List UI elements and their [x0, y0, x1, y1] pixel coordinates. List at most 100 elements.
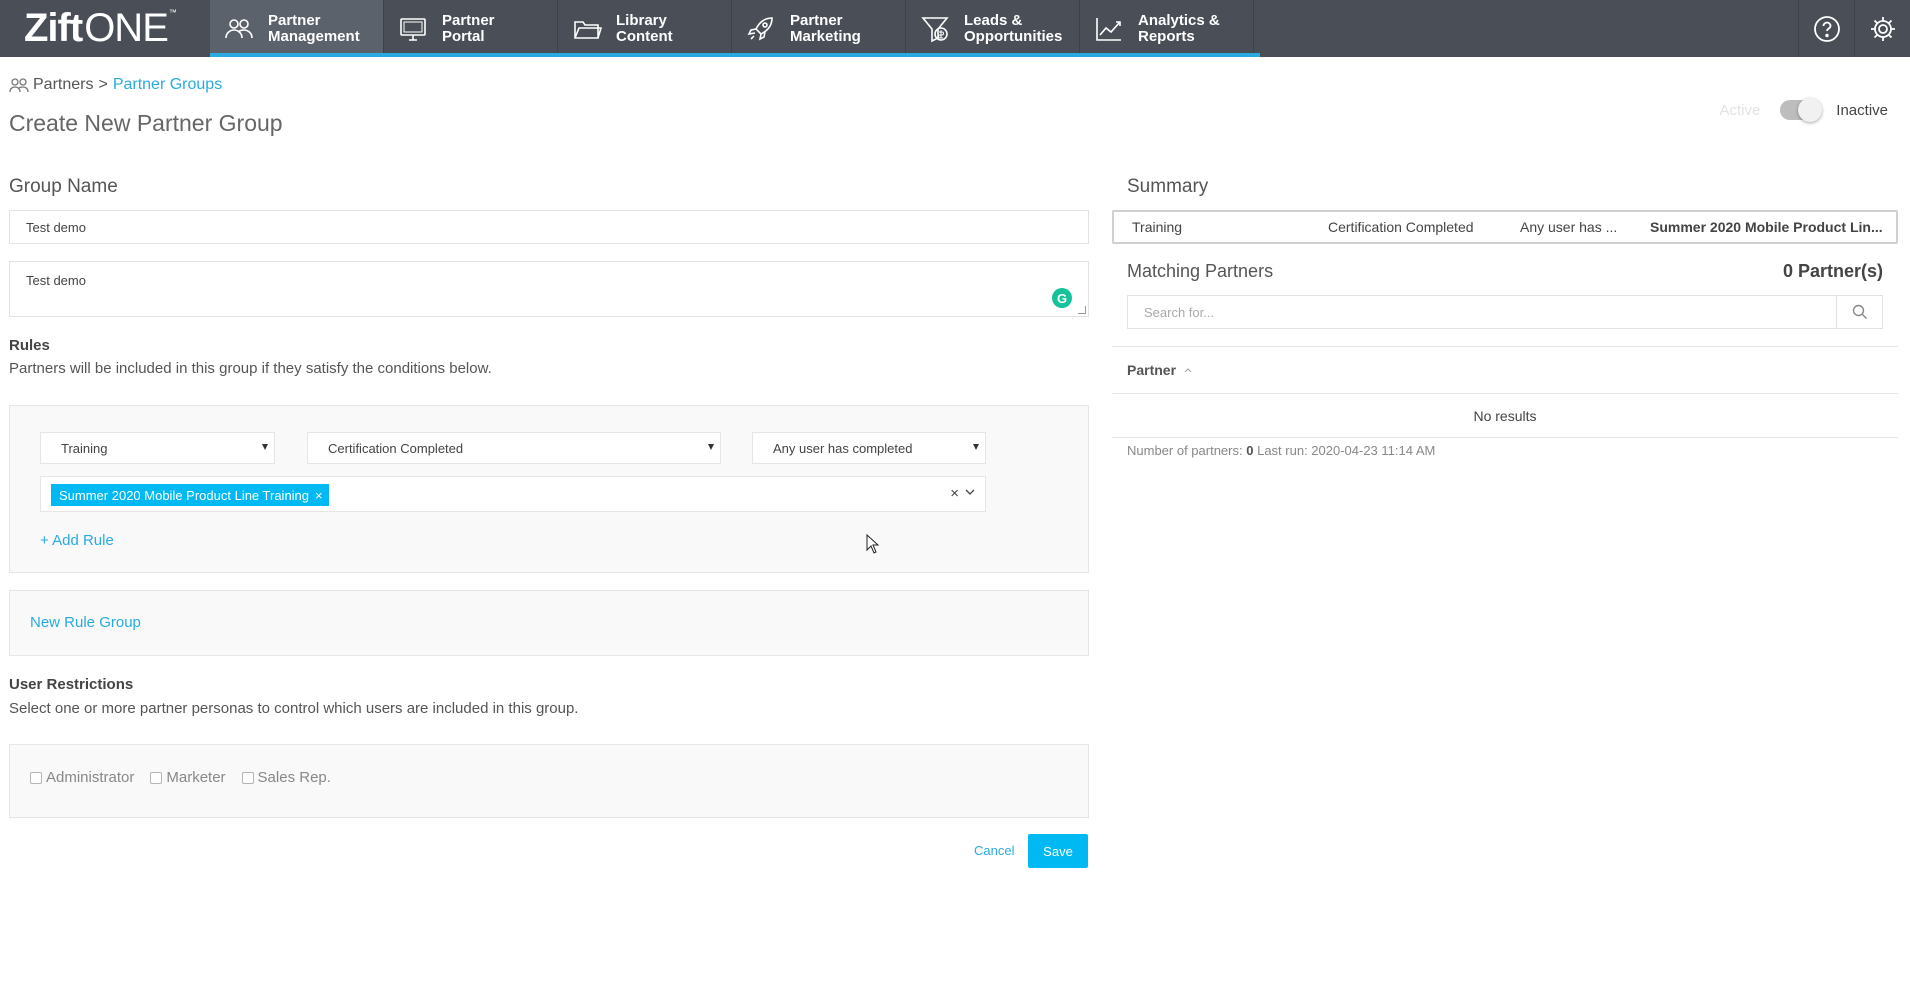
cancel-button[interactable]: Cancel [974, 843, 1014, 858]
rule-type-value: Training [61, 440, 108, 456]
caret-down-icon [708, 444, 714, 450]
persona-checkboxes: Administrator Marketer Sales Rep. [30, 769, 347, 786]
sort-up-icon [1184, 368, 1192, 373]
toggle-knob [1798, 98, 1823, 122]
nav-tab-line1: Analytics & [1138, 11, 1220, 29]
partners-footer-info: Number of partners: 0 Last run: 2020-04-… [1127, 443, 1435, 458]
monitor-icon [396, 12, 430, 46]
new-rule-group-panel: New Rule Group [9, 590, 1089, 656]
chip-remove-icon[interactable]: × [315, 488, 323, 503]
partner-search: Search for... [1127, 295, 1883, 329]
search-icon [1852, 304, 1867, 319]
nav-tab-partner-management[interactable]: Partner Management [210, 0, 384, 57]
nav-tab-line2: Portal [442, 27, 485, 45]
nav-tab-line2: Marketing [790, 27, 861, 45]
summary-item-scope: Any user has ... [1520, 219, 1618, 235]
nav-tab-line1: Partner [442, 11, 495, 29]
no-results-row: No results [1112, 394, 1898, 438]
grammarly-icon[interactable]: G [1052, 288, 1072, 308]
rule-condition-select[interactable]: Certification Completed [307, 432, 721, 464]
partner-column-header[interactable]: Partner [1112, 346, 1898, 394]
nav-tab-analytics-reports[interactable]: Analytics & Reports [1080, 0, 1254, 57]
rules-title: Rules [9, 337, 50, 354]
logo-main: Zift [24, 6, 83, 50]
logo-tm: ™ [168, 8, 177, 17]
breadcrumb: Partners > Partner Groups [9, 76, 222, 94]
nav-tab-line1: Leads & [964, 11, 1023, 29]
rule-condition-value: Certification Completed [328, 440, 464, 456]
rocket-icon [744, 12, 778, 46]
training-multiselect[interactable]: Summer 2020 Mobile Product Line Training… [40, 476, 986, 512]
summary-item-condition: Certification Completed [1328, 219, 1474, 235]
user-restrictions-title: User Restrictions [9, 676, 134, 693]
persona-marketer[interactable]: Marketer [150, 769, 226, 786]
nav-tab-line1: Library [616, 11, 667, 29]
rule-type-select[interactable]: Training [40, 432, 275, 464]
matching-partners-count: 0 Partner(s) [1782, 261, 1883, 281]
search-button[interactable] [1836, 296, 1882, 328]
column-partner-label: Partner [1127, 362, 1177, 378]
description-textarea[interactable]: Test demo G [9, 261, 1089, 317]
caret-down-icon [262, 444, 268, 450]
breadcrumb-root[interactable]: Partners [33, 76, 93, 94]
summary-item-type: Training [1132, 219, 1183, 235]
persona-administrator[interactable]: Administrator [30, 769, 134, 786]
add-rule-link[interactable]: + Add Rule [40, 532, 114, 549]
checkbox[interactable] [150, 771, 163, 784]
rules-panel: Training Certification Completed Any use… [9, 405, 1089, 573]
active-toggle[interactable] [1780, 98, 1823, 122]
active-label: Active [1719, 101, 1761, 119]
chevron-down-icon[interactable] [965, 487, 975, 497]
nav-tab-line2: Reports [1138, 27, 1195, 45]
nav-tab-line1: Partner [268, 11, 321, 29]
persona-label: Administrator [46, 769, 135, 786]
checkbox[interactable] [30, 771, 42, 784]
nav-right-actions [1798, 0, 1910, 57]
summary-box: Training Certification Completed Any use… [1112, 210, 1898, 244]
rule-scope-value: Any user has completed [773, 440, 913, 456]
nav-tab-partner-portal[interactable]: Partner Portal [384, 0, 558, 57]
nav-tab-line2: Content [616, 27, 673, 45]
gear-icon [1870, 16, 1895, 41]
clear-selection-icon[interactable]: × [950, 485, 959, 502]
summary-title: Summary [1127, 176, 1209, 197]
settings-button[interactable] [1854, 0, 1910, 57]
help-button[interactable] [1798, 0, 1854, 57]
rule-scope-select[interactable]: Any user has completed [752, 432, 986, 464]
zift-one-logo[interactable]: Zift ONE ™ [24, 6, 177, 50]
group-name-input[interactable]: Test demo [9, 210, 1089, 244]
resize-handle[interactable] [1078, 306, 1086, 314]
mouse-cursor-icon [866, 534, 880, 554]
nav-tab-partner-marketing[interactable]: Partner Marketing [732, 0, 906, 57]
nav-tab-line1: Partner [790, 11, 843, 29]
persona-label: Marketer [166, 769, 226, 786]
nav-accent-bar [210, 53, 1260, 57]
user-restrictions-panel: Administrator Marketer Sales Rep. [9, 744, 1089, 818]
footer-last-run: Last run: 2020-04-23 11:14 AM [1257, 443, 1436, 458]
persona-sales-rep[interactable]: Sales Rep. [241, 769, 331, 786]
nav-tab-leads-opportunities[interactable]: Leads & Opportunities [906, 0, 1080, 57]
nav-tabs: Partner Management Partner Portal Library C… [210, 0, 1254, 57]
chip-label: Summer 2020 Mobile Product Line Training [59, 487, 310, 503]
folder-icon [570, 12, 604, 46]
help-icon [1813, 15, 1840, 42]
inactive-label: Inactive [1836, 101, 1888, 119]
description-text: Test demo [26, 273, 86, 288]
footer-count: 0 [1246, 443, 1254, 458]
nav-tab-line2: Opportunities [964, 27, 1063, 45]
search-input[interactable]: Search for... [1128, 305, 1836, 320]
save-button[interactable]: Save [1028, 834, 1088, 868]
breadcrumb-separator: > [98, 76, 108, 93]
nav-tab-library-content[interactable]: Library Content [558, 0, 732, 57]
nav-tab-line2: Management [268, 27, 360, 45]
new-rule-group-link[interactable]: New Rule Group [30, 614, 141, 631]
footer-prefix: Number of partners: [1127, 443, 1243, 458]
status-toggle-group: Active Inactive [1719, 98, 1888, 122]
chart-icon [1092, 12, 1126, 46]
user-restrictions-description: Select one or more partner personas to c… [9, 700, 579, 717]
breadcrumb-current[interactable]: Partner Groups [113, 76, 222, 94]
caret-down-icon [973, 444, 979, 450]
logo-sub: ONE [84, 6, 169, 50]
checkbox[interactable] [241, 771, 254, 784]
group-name-label: Group Name [9, 176, 118, 197]
